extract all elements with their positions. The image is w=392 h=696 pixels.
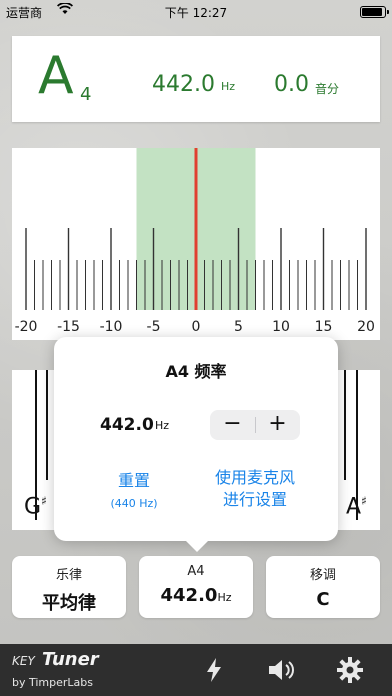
a4-value: 442.0 xyxy=(160,585,218,606)
temperament-label: 乐律 xyxy=(55,568,82,583)
increment-button[interactable]: + xyxy=(255,410,300,440)
meter-scale: -20 -15 -10 -5 0 5 10 15 20 xyxy=(15,148,375,335)
key-divider xyxy=(344,370,346,480)
temperament-value: 平均律 xyxy=(42,593,96,614)
transpose-button[interactable]: 移调 C xyxy=(266,556,380,618)
mic-label-line1: 使用麦克风 xyxy=(214,468,295,487)
reset-button[interactable]: 重置 (440 Hz) xyxy=(94,467,174,510)
a4-unit: Hz xyxy=(217,591,232,604)
cents-deviation: 0.0 xyxy=(274,72,309,97)
a4-value-group: 442.0Hz xyxy=(139,585,253,606)
a4-label: A4 xyxy=(187,564,205,579)
scale-label: 5 xyxy=(234,319,243,335)
set-with-microphone-button[interactable]: 使用麦克风 进行设置 xyxy=(202,467,308,511)
frequency-stepper: − + xyxy=(210,410,300,440)
reset-label: 重置 xyxy=(117,471,150,490)
tuning-readout: A 4 442.0 Hz 0.0 音分 xyxy=(12,36,380,122)
scale-label: -15 xyxy=(57,319,80,335)
status-bar: 运营商 下午 12:27 xyxy=(0,0,392,24)
key-divider xyxy=(46,370,48,480)
speaker-icon[interactable] xyxy=(266,656,294,684)
scale-label: -20 xyxy=(15,319,38,335)
cents-unit: 音分 xyxy=(315,82,340,96)
popover-title: A4 频率 xyxy=(165,362,227,381)
note-letter: A xyxy=(38,46,74,106)
transpose-value: C xyxy=(316,589,330,610)
scale-label: -5 xyxy=(147,319,161,335)
scale-label: -10 xyxy=(100,319,123,335)
battery-icon xyxy=(360,6,389,18)
bottom-toolbar: KEY Tuner by TimperLabs xyxy=(0,644,392,696)
temperament-button[interactable]: 乐律 平均律 xyxy=(12,556,126,618)
detected-frequency: 442.0 xyxy=(152,72,215,97)
transpose-label: 移调 xyxy=(309,568,336,583)
lightning-icon[interactable] xyxy=(200,656,228,684)
reset-default-value: (440 Hz) xyxy=(110,497,158,510)
popover-frequency-unit: Hz xyxy=(155,419,170,432)
brand-byline: by TimperLabs xyxy=(12,676,93,689)
gear-icon[interactable] xyxy=(336,656,364,684)
a4-frequency-button[interactable]: A4 442.0Hz xyxy=(139,556,253,618)
tuning-meter: -20 -15 -10 -5 0 5 10 15 20 xyxy=(12,148,380,340)
scale-label: 15 xyxy=(315,319,333,335)
clock: 下午 12:27 xyxy=(164,6,228,20)
decrement-button[interactable]: − xyxy=(210,410,255,440)
scale-label: 0 xyxy=(192,319,201,335)
mic-label-line2: 进行设置 xyxy=(222,490,287,509)
brand-key: KEY xyxy=(12,654,35,668)
scale-label: 10 xyxy=(272,319,290,335)
frequency-unit: Hz xyxy=(221,80,236,93)
popover-frequency: 442.0 xyxy=(100,415,154,435)
brand-tuner: Tuner xyxy=(42,649,99,670)
note-octave: 4 xyxy=(80,84,92,105)
a4-frequency-popover: A4 频率 442.0 Hz − + 重置 (440 Hz) 使用麦克风 进行设… xyxy=(54,337,338,541)
scale-label: 20 xyxy=(357,319,375,335)
popover-arrow xyxy=(186,541,208,552)
key-label-left[interactable]: G♯ xyxy=(24,494,47,519)
key-label-right[interactable]: A♯ xyxy=(346,494,367,519)
